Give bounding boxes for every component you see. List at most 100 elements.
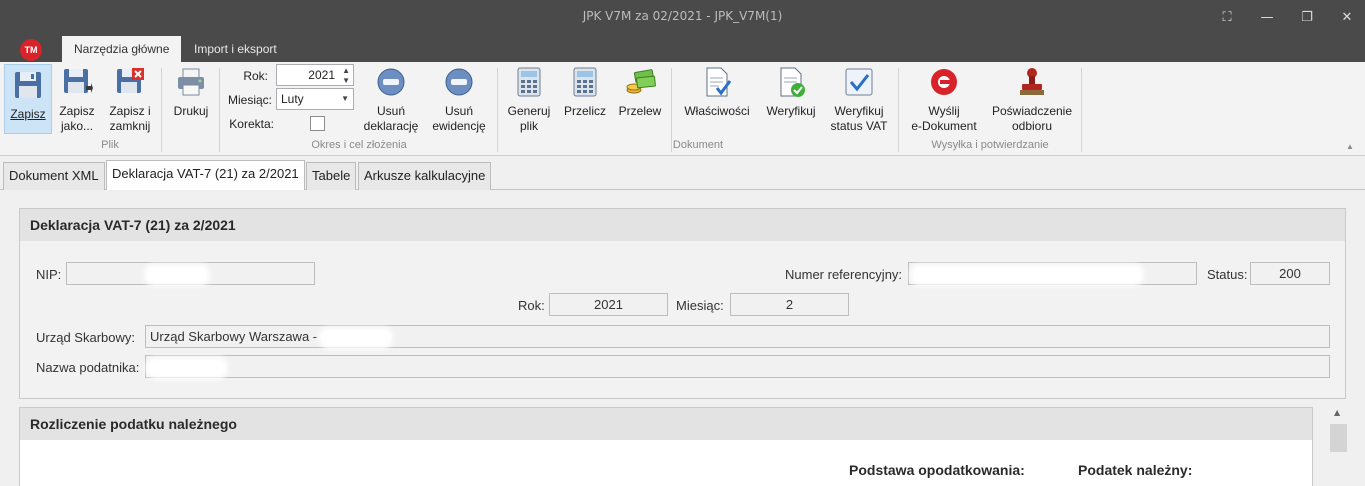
- miesiac-label: Miesiąc:: [227, 93, 272, 107]
- nazwa-field[interactable]: [145, 355, 1330, 378]
- transfer-button[interactable]: Przelew: [616, 66, 664, 119]
- redacted-urzad: [323, 331, 389, 345]
- generate-file-label-1: Generuj: [507, 104, 551, 118]
- recalculate-button[interactable]: Przelicz: [562, 66, 608, 119]
- settlement-body: Podstawa opodatkowania: Podatek należny:: [20, 440, 1312, 486]
- tab-import-eksport[interactable]: Import i eksport: [182, 36, 289, 62]
- group-label-wysylka: Wysyłka i potwierdzanie: [931, 139, 1049, 151]
- redacted-nip: [148, 268, 206, 282]
- tab-arkusze[interactable]: Arkusze kalkulacyjne: [358, 162, 492, 190]
- stamp-icon: [1016, 66, 1048, 98]
- close-button[interactable]: ✕: [1332, 6, 1362, 30]
- title-bar: JPK V7M za 02/2021 - JPK_V7M(1) ⛶ — ❐ ✕: [0, 0, 1365, 36]
- group-separator: [1081, 68, 1082, 152]
- snap-icon[interactable]: ⛶: [1212, 6, 1242, 30]
- save-close-label-2: zamknij: [109, 119, 151, 133]
- print-label: Drukuj: [173, 104, 209, 118]
- save-close-icon: [114, 66, 146, 98]
- save-close-label-1: Zapisz i: [109, 104, 151, 118]
- generate-file-button[interactable]: Generuj plik: [504, 66, 554, 134]
- receipt-confirmation-button[interactable]: Poświadczenie odbioru: [990, 66, 1074, 134]
- scroll-thumb[interactable]: [1330, 424, 1347, 452]
- tab-narzedzia-glowne[interactable]: Narzędzia główne: [62, 36, 182, 62]
- properties-button[interactable]: Właściwości: [680, 66, 754, 119]
- save-as-button[interactable]: Zapisz jako...: [54, 66, 100, 134]
- document-tabs: Dokument XML Deklaracja VAT-7 (21) za 2/…: [0, 158, 1365, 191]
- save-as-label-2: jako...: [60, 119, 93, 133]
- send-edocument-label-2: e-Dokument: [911, 119, 977, 133]
- properties-label: Właściwości: [684, 104, 750, 118]
- minimize-button[interactable]: —: [1252, 6, 1282, 30]
- redacted-nazwa: [150, 361, 224, 375]
- status-label: Status:: [1207, 267, 1248, 282]
- ribbon-tab-row: TM Narzędzia główne Import i eksport: [0, 36, 1365, 62]
- money-icon: [624, 66, 656, 98]
- tab-deklaracja[interactable]: Deklaracja VAT-7 (21) za 2/2021: [106, 160, 305, 191]
- checkbox-icon: [843, 66, 875, 98]
- save-close-button[interactable]: Zapisz i zamknij: [104, 66, 156, 134]
- minus-circle-icon: [443, 66, 475, 98]
- rok-spinner-value: 2021: [308, 68, 335, 82]
- document-check-icon: [701, 66, 733, 98]
- ref-number-label: Numer referencyjny:: [785, 267, 903, 282]
- rok-field-label: Rok:: [518, 298, 545, 313]
- verify-vat-button[interactable]: Weryfikuj status VAT: [826, 66, 892, 134]
- collapse-ribbon-icon[interactable]: ▲: [1346, 142, 1354, 151]
- delete-declaration-button[interactable]: Usuń deklarację: [362, 66, 420, 134]
- calculator-icon: [569, 66, 601, 98]
- korekta-checkbox[interactable]: [310, 116, 325, 131]
- send-edocument-button[interactable]: Wyślij e-Dokument: [906, 66, 982, 134]
- nip-label: NIP:: [36, 267, 62, 282]
- receipt-confirmation-label-1: Poświadczenie: [991, 104, 1073, 118]
- save-as-label-1: Zapisz: [59, 104, 95, 118]
- delete-records-label-2: ewidencję: [432, 119, 486, 133]
- verify-vat-label-1: Weryfikuj: [834, 104, 884, 118]
- save-button[interactable]: Zapisz: [4, 64, 52, 134]
- receipt-confirmation-label-2: odbioru: [1011, 119, 1053, 133]
- delete-declaration-label-1: Usuń: [376, 104, 405, 118]
- save-as-icon: [61, 66, 93, 98]
- recalculate-label: Przelicz: [563, 104, 606, 118]
- miesiac-field-label: Miesiąc:: [676, 298, 724, 313]
- verify-label: Weryfikuj: [766, 104, 816, 118]
- rok-field[interactable]: 2021: [549, 293, 668, 316]
- window-title: JPK V7M za 02/2021 - JPK_V7M(1): [582, 9, 783, 23]
- urzad-label: Urząd Skarbowy:: [36, 330, 135, 345]
- delete-declaration-label-2: deklarację: [363, 119, 419, 133]
- podstawa-column-header: Podstawa opodatkowania:: [849, 462, 1025, 478]
- delete-records-button[interactable]: Usuń ewidencję: [428, 66, 490, 134]
- app-logo[interactable]: TM: [20, 39, 42, 61]
- printer-icon: [175, 66, 207, 98]
- verify-button[interactable]: Weryfikuj: [762, 66, 820, 119]
- rok-label: Rok:: [243, 69, 268, 83]
- floppy-icon: [12, 69, 44, 101]
- e-send-icon: [928, 66, 960, 98]
- print-button[interactable]: Drukuj: [168, 66, 214, 119]
- tab-dokument-xml[interactable]: Dokument XML: [3, 162, 105, 190]
- rok-spinner[interactable]: 2021 ▲ ▼: [276, 64, 354, 86]
- status-field[interactable]: 200: [1250, 262, 1330, 285]
- declaration-title: Deklaracja VAT-7 (21) za 2/2021: [20, 209, 1345, 241]
- tab-tabele[interactable]: Tabele: [306, 162, 357, 190]
- declaration-panel: Deklaracja VAT-7 (21) za 2/2021 NIP: Num…: [19, 208, 1346, 399]
- podatek-column-header: Podatek należny:: [1078, 462, 1193, 478]
- chevron-down-icon[interactable]: ▼: [341, 89, 349, 109]
- save-label: Zapisz: [10, 107, 46, 121]
- transfer-label: Przelew: [618, 104, 662, 118]
- content-area: Deklaracja VAT-7 (21) za 2/2021 NIP: Num…: [0, 190, 1365, 486]
- group-label-okres: Okres i cel złożenia: [311, 139, 407, 151]
- miesiac-dropdown[interactable]: Luty ▼: [276, 88, 354, 110]
- vertical-scrollbar[interactable]: ▲: [1330, 408, 1348, 486]
- miesiac-field[interactable]: 2: [730, 293, 849, 316]
- verify-vat-label-2: status VAT: [830, 119, 888, 133]
- ribbon: Zapisz Zapisz jako... Zapisz i zamknij D…: [0, 62, 1365, 156]
- minus-circle-icon: [375, 66, 407, 98]
- group-label-dokument: Dokument: [672, 139, 724, 151]
- nazwa-label: Nazwa podatnika:: [36, 360, 140, 375]
- group-label-plik: Plik: [101, 139, 119, 151]
- generate-file-label-2: plik: [519, 119, 538, 133]
- delete-records-label-1: Usuń: [444, 104, 473, 118]
- restore-button[interactable]: ❐: [1292, 6, 1322, 30]
- miesiac-dropdown-value: Luty: [281, 92, 304, 106]
- scroll-up-icon[interactable]: ▲: [1334, 408, 1340, 417]
